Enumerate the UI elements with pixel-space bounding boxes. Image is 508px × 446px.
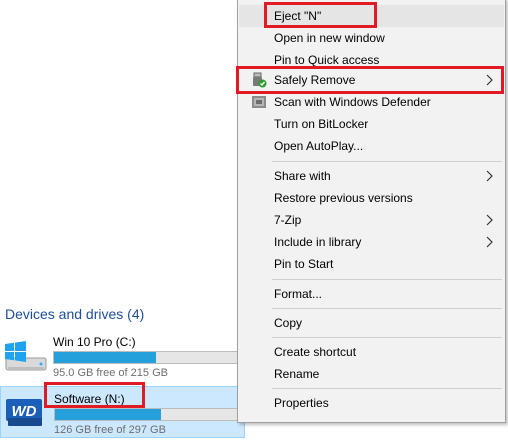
menu-separator bbox=[272, 308, 502, 309]
menu-item-label: Restore previous versions bbox=[274, 191, 413, 205]
menu-item-label: Pin to Start bbox=[274, 257, 334, 271]
menu-separator bbox=[272, 337, 502, 338]
drive-free-space: 95.0 GB free of 215 GB bbox=[53, 367, 168, 379]
menu-item-eject[interactable]: Eject "N" bbox=[239, 5, 504, 27]
menu-item-bitlocker[interactable]: Turn on BitLocker bbox=[239, 113, 504, 135]
menu-separator bbox=[272, 161, 502, 162]
drive-usage-fill bbox=[54, 352, 157, 363]
menu-item-open-new-window[interactable]: Open in new window bbox=[239, 27, 504, 49]
menu-item-label: Open AutoPlay... bbox=[274, 139, 364, 153]
drive-free-space: 126 GB free of 297 GB bbox=[54, 424, 166, 436]
menu-item-autoplay[interactable]: Open AutoPlay... bbox=[239, 135, 504, 157]
menu-item-pin-quick-access[interactable]: Pin to Quick access bbox=[239, 49, 504, 71]
chevron-right-icon bbox=[486, 74, 494, 86]
menu-item-format[interactable]: Format... bbox=[239, 283, 504, 305]
menu-item-label: Include in library bbox=[274, 235, 362, 249]
wd-drive-icon: WD bbox=[2, 393, 48, 433]
menu-item-share-with[interactable]: Share with bbox=[239, 165, 504, 187]
chevron-right-icon bbox=[486, 236, 494, 248]
menu-item-rename[interactable]: Rename bbox=[239, 363, 504, 385]
svg-text:WD: WD bbox=[12, 403, 37, 420]
drive-name: Win 10 Pro (C:) bbox=[53, 335, 136, 349]
menu-item-label: Properties bbox=[274, 396, 329, 410]
menu-item-label: Format... bbox=[274, 287, 323, 301]
menu-item-label: Open in new window bbox=[274, 31, 385, 45]
menu-separator bbox=[272, 388, 502, 389]
menu-item-label: Turn on BitLocker bbox=[274, 117, 369, 131]
drive-usage-fill bbox=[55, 409, 162, 420]
menu-item-scan-defender[interactable]: Scan with Windows Defender bbox=[239, 91, 504, 113]
drive-usage-bar bbox=[54, 408, 239, 421]
menu-item-properties[interactable]: Properties bbox=[239, 392, 504, 414]
menu-item-label: 7-Zip bbox=[274, 213, 302, 227]
windows-defender-icon bbox=[251, 94, 267, 110]
menu-item-copy[interactable]: Copy bbox=[239, 312, 504, 334]
menu-item-label: Copy bbox=[274, 316, 303, 330]
menu-item-label: Share with bbox=[274, 169, 331, 183]
menu-item-7zip[interactable]: 7-Zip bbox=[239, 209, 504, 231]
drive-usage-bar bbox=[53, 351, 238, 364]
devices-and-drives-header[interactable]: Devices and drives (4) bbox=[5, 306, 144, 322]
drive-c[interactable]: Win 10 Pro (C:) 95.0 GB free of 215 GB bbox=[0, 330, 245, 382]
drive-n[interactable]: WD Software (N:) 126 GB free of 297 GB bbox=[0, 386, 245, 438]
menu-item-restore-versions[interactable]: Restore previous versions bbox=[239, 187, 504, 209]
menu-item-create-shortcut[interactable]: Create shortcut bbox=[239, 341, 504, 363]
menu-item-label: Scan with Windows Defender bbox=[274, 95, 431, 109]
drive-name: Software (N:) bbox=[54, 392, 125, 406]
menu-item-label: Eject "N" bbox=[274, 9, 322, 23]
menu-item-label: Safely Remove bbox=[274, 73, 356, 87]
usb-safely-remove-icon bbox=[251, 72, 267, 88]
menu-item-include-library[interactable]: Include in library bbox=[239, 231, 504, 253]
menu-separator bbox=[272, 279, 502, 280]
menu-item-label: Pin to Quick access bbox=[274, 53, 380, 67]
chevron-right-icon bbox=[486, 170, 494, 182]
menu-item-safely-remove[interactable]: Safely Remove bbox=[239, 69, 504, 91]
menu-item-label: Create shortcut bbox=[274, 345, 357, 359]
menu-item-pin-start[interactable]: Pin to Start bbox=[239, 253, 504, 275]
windows-drive-icon bbox=[2, 335, 48, 375]
context-menu: Eject "N" Open in new window Pin to Quic… bbox=[237, 0, 506, 423]
menu-item-label: Rename bbox=[274, 367, 320, 381]
chevron-right-icon bbox=[486, 214, 494, 226]
